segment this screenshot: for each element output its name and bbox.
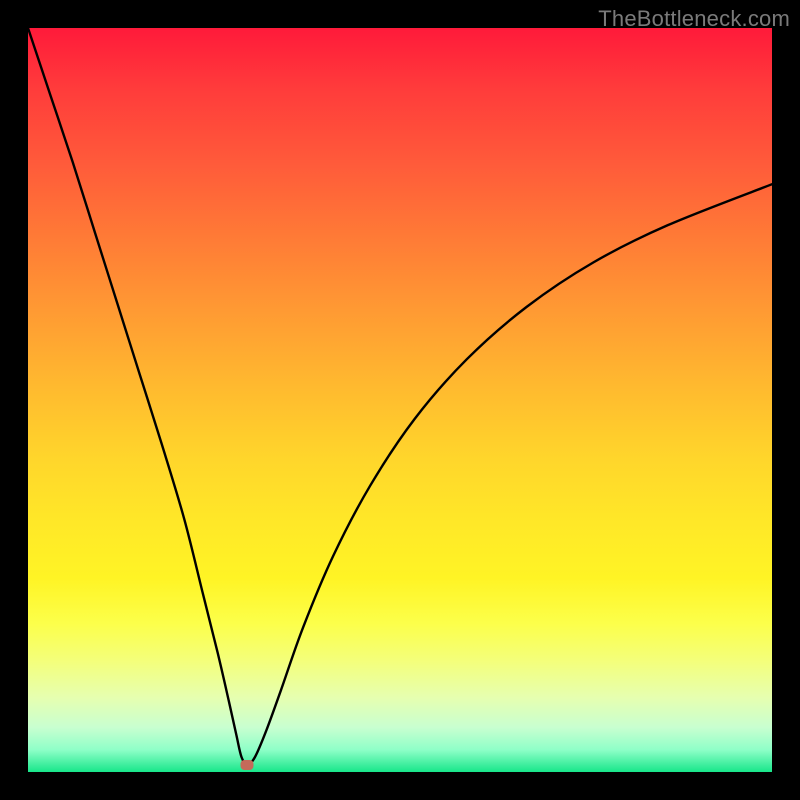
chart-stage: TheBottleneck.com <box>0 0 800 800</box>
bottleneck-curve <box>28 28 772 772</box>
plot-area <box>28 28 772 772</box>
min-point-marker <box>241 760 254 770</box>
